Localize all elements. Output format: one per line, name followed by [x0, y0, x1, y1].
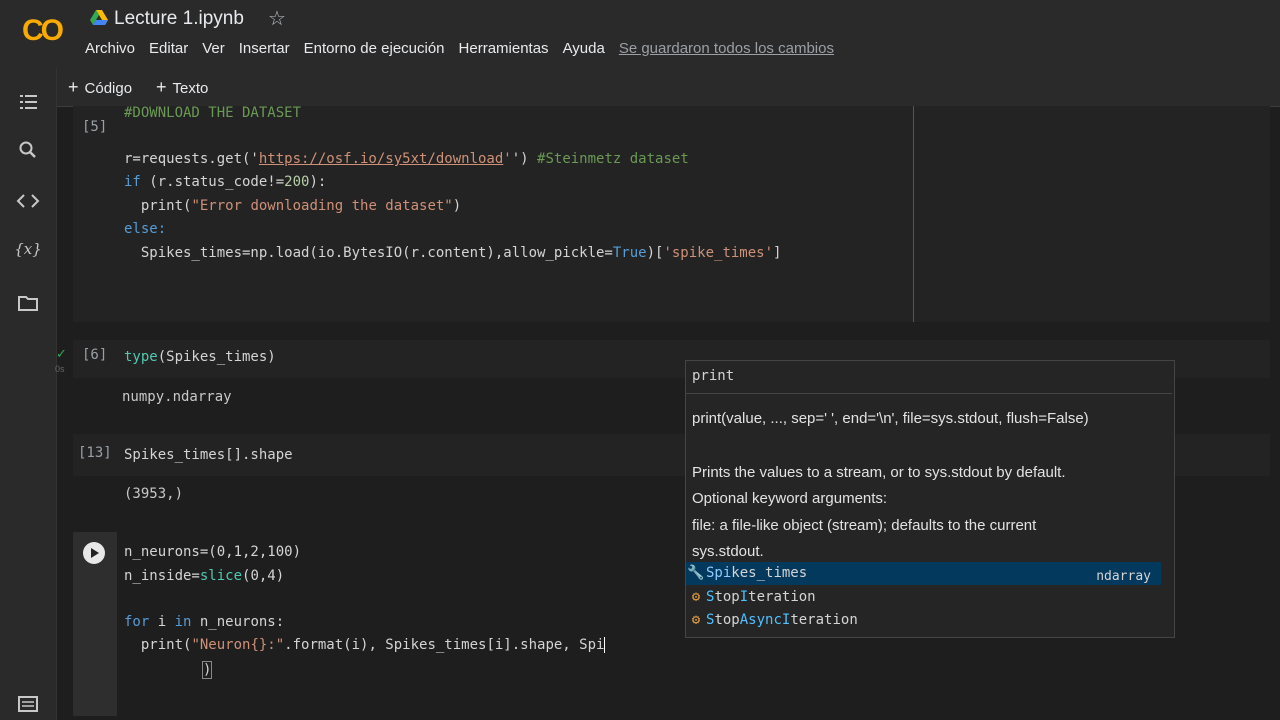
files-icon[interactable]: [14, 291, 42, 315]
code-line: Spikes_times[].shape: [124, 447, 293, 463]
terminal-icon[interactable]: [14, 692, 42, 716]
code-line: ): [202, 661, 213, 679]
tooltip-signature: print(value, ..., sep=' ', end='\n', fil…: [692, 410, 1089, 427]
tooltip-doc: sys.stdout.: [692, 543, 764, 560]
suggestion-item-selected[interactable]: 🔧Spikes_times ndarray: [686, 562, 1161, 585]
class-icon: ⚙: [691, 612, 701, 628]
class-icon: ⚙: [691, 589, 701, 605]
left-sidebar: [0, 68, 57, 720]
star-icon[interactable]: ☆: [268, 6, 286, 31]
notebook-title[interactable]: Lecture 1.ipynb: [114, 8, 244, 30]
code-line: type(Spikes_times): [124, 349, 276, 365]
code-line: for i in n_neurons:: [124, 614, 285, 630]
search-icon[interactable]: [14, 138, 42, 162]
menu-ver[interactable]: Ver: [202, 40, 225, 57]
tooltip-divider: [686, 393, 1172, 394]
menu-insertar[interactable]: Insertar: [239, 40, 290, 57]
code-line: r=requests.get('https://osf.io/sy5xt/dow…: [124, 151, 689, 167]
run-cell-button[interactable]: [82, 541, 106, 565]
exec-count: [6]: [82, 347, 108, 363]
wrench-icon: 🔧: [687, 565, 705, 581]
menu-archivo[interactable]: Archivo: [85, 40, 135, 57]
code-line: print("Error downloading the dataset"): [124, 198, 462, 214]
add-text-button[interactable]: + Texto: [156, 77, 208, 98]
add-text-label: Texto: [172, 80, 209, 97]
exec-time: 0s: [55, 364, 65, 374]
drive-icon: [90, 10, 108, 25]
cell-output: numpy.ndarray: [122, 389, 232, 405]
tooltip-doc: Optional keyword arguments:: [692, 490, 888, 507]
tooltip-doc: file: a file-like object (stream); defau…: [692, 517, 1037, 534]
cell-output: (3953,): [124, 486, 184, 502]
suggestion-type: ndarray: [1096, 569, 1151, 584]
suggestion-item[interactable]: ⚙ StopAsyncIteration: [686, 609, 1161, 632]
add-code-label: Código: [84, 80, 133, 97]
code-line: Spikes_times=np.load(io.BytesIO(r.conten…: [124, 245, 782, 261]
code-cell-5[interactable]: [73, 106, 1270, 322]
menu-bar: Archivo Editar Ver Insertar Entorno de e…: [85, 40, 848, 57]
text-cursor: [604, 637, 606, 653]
menu-entorno[interactable]: Entorno de ejecución: [304, 40, 445, 57]
plus-icon: +: [68, 77, 79, 97]
add-code-button[interactable]: + Código: [68, 77, 132, 98]
tooltip-doc: Prints the values to a stream, or to sys…: [692, 464, 1066, 481]
save-status[interactable]: Se guardaron todos los cambios: [619, 40, 834, 57]
menu-ayuda[interactable]: Ayuda: [563, 40, 605, 57]
code-line: if (r.status_code!=200):: [124, 174, 327, 190]
plus-icon: +: [156, 77, 167, 97]
suggestion-item[interactable]: ⚙ StopIteration: [686, 586, 1161, 609]
colab-logo[interactable]: CO: [22, 14, 64, 48]
variables-icon[interactable]: {x}: [14, 240, 42, 264]
exec-count: [5]: [82, 119, 108, 135]
code-line: else:: [124, 221, 167, 237]
menu-editar[interactable]: Editar: [149, 40, 188, 57]
code-line: n_inside=slice(0,4): [124, 568, 285, 584]
ruler-line: [913, 106, 914, 322]
code-snippets-icon[interactable]: [14, 189, 42, 213]
menu-herramientas[interactable]: Herramientas: [459, 40, 549, 57]
exec-count: [13]: [78, 445, 112, 461]
code-line-editing[interactable]: print("Neuron{}:".format(i), Spikes_time…: [124, 637, 606, 653]
code-line: n_neurons=(0,1,2,100): [124, 544, 302, 560]
code-line: #DOWNLOAD THE DATASET: [124, 105, 302, 121]
toc-icon[interactable]: [14, 90, 42, 114]
success-check-icon: ✓: [56, 346, 67, 361]
tooltip-header: print: [692, 368, 735, 384]
